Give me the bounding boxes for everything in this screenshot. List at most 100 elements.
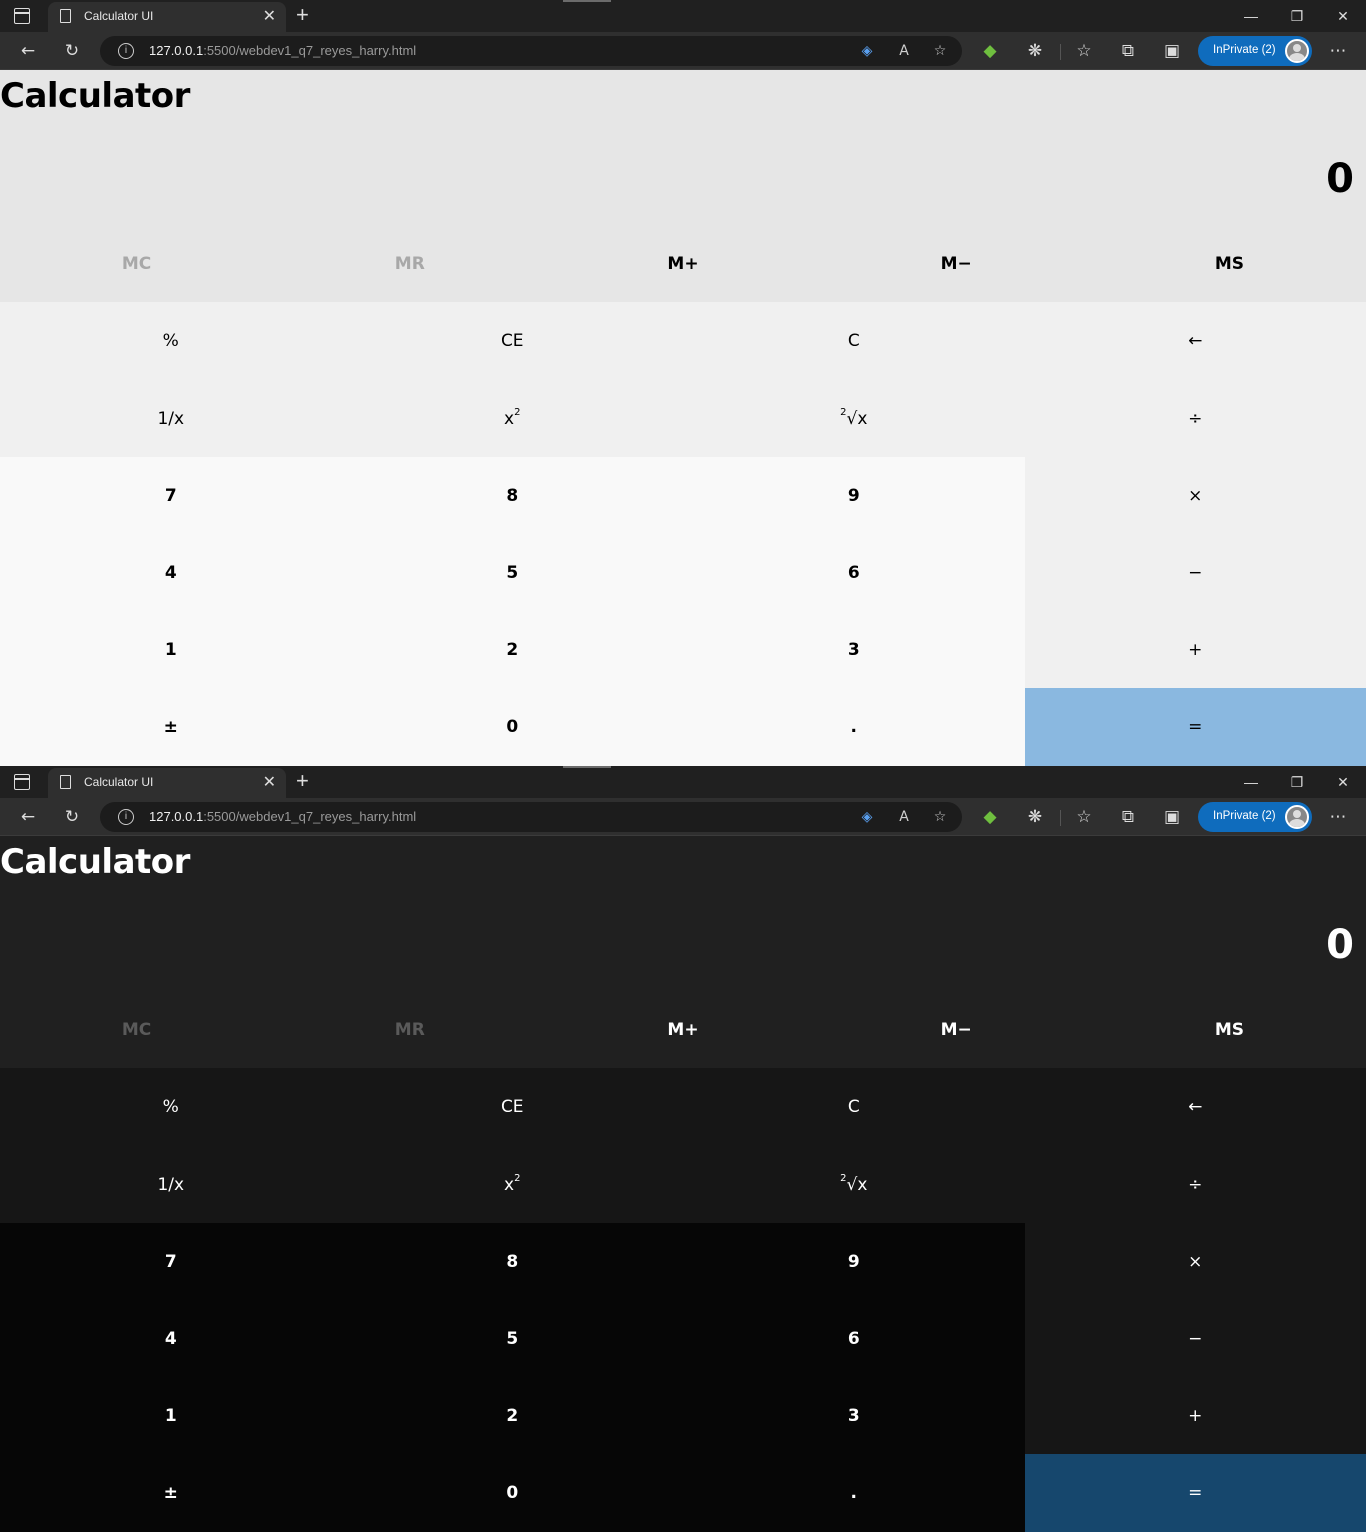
square-root-button[interactable]: 2√x [683, 380, 1025, 457]
digit-0-button[interactable]: 0 [342, 1454, 684, 1532]
tab-actions-icon[interactable] [14, 8, 30, 24]
backspace-button[interactable]: ← [1025, 302, 1366, 380]
minimize-button[interactable]: — [1228, 0, 1274, 32]
decimal-button[interactable]: . [683, 1454, 1025, 1532]
restore-button[interactable]: ❐ [1274, 0, 1320, 32]
close-tab-icon[interactable]: ✕ [263, 6, 276, 26]
memory-store-button[interactable]: MS [1093, 226, 1366, 302]
collections-icon[interactable]: ⧉ [1116, 805, 1140, 829]
refresh-icon[interactable]: ↻ [60, 39, 84, 63]
square-button[interactable]: x2 [342, 380, 684, 457]
tab-actions-icon[interactable] [14, 774, 30, 790]
digit-1-button[interactable]: 1 [0, 611, 342, 688]
percent-button[interactable]: % [0, 1068, 342, 1146]
add-button[interactable]: + [1025, 1377, 1366, 1454]
digit-5-button[interactable]: 5 [342, 1300, 684, 1377]
back-icon[interactable]: ← [16, 805, 40, 829]
digit-2-button[interactable]: 2 [342, 611, 684, 688]
inprivate-button[interactable]: InPrivate (2) [1198, 802, 1312, 832]
equals-button[interactable]: = [1025, 688, 1366, 766]
memory-recall-button[interactable]: MR [273, 226, 546, 302]
digit-6-button[interactable]: 6 [683, 1300, 1025, 1377]
clear-button[interactable]: C [683, 1068, 1025, 1146]
digit-8-button[interactable]: 8 [342, 457, 684, 534]
restore-button[interactable]: ❐ [1274, 766, 1320, 798]
digit-3-button[interactable]: 3 [683, 611, 1025, 688]
favorites-icon[interactable]: ☆ [1072, 805, 1096, 829]
digit-7-button[interactable]: 7 [0, 1223, 342, 1300]
decimal-button[interactable]: . [683, 688, 1025, 766]
close-window-button[interactable]: ✕ [1320, 766, 1366, 798]
reciprocal-button[interactable]: 1/x [0, 1146, 342, 1223]
digit-9-button[interactable]: 9 [683, 1223, 1025, 1300]
collections-icon[interactable]: ⧉ [1116, 39, 1140, 63]
clear-entry-button[interactable]: CE [342, 1068, 684, 1146]
add-button[interactable]: + [1025, 611, 1366, 688]
minimize-button[interactable]: — [1228, 766, 1274, 798]
more-options-icon[interactable]: ⋯ [1326, 39, 1350, 63]
more-options-icon[interactable]: ⋯ [1326, 805, 1350, 829]
close-tab-icon[interactable]: ✕ [263, 772, 276, 792]
back-icon[interactable]: ← [16, 39, 40, 63]
digit-2-button[interactable]: 2 [342, 1377, 684, 1454]
negate-button[interactable]: ± [0, 688, 342, 766]
add-favorite-icon[interactable]: ☆ [929, 806, 951, 828]
window-drag-handle[interactable] [563, 0, 611, 2]
price-tag-icon[interactable]: ◈ [856, 40, 878, 62]
memory-subtract-button[interactable]: M− [820, 226, 1093, 302]
site-info-icon[interactable]: i [118, 809, 134, 825]
divide-button[interactable]: ÷ [1025, 1146, 1366, 1223]
square-button[interactable]: x2 [342, 1146, 684, 1223]
subtract-button[interactable]: − [1025, 1300, 1366, 1377]
percent-button[interactable]: % [0, 302, 342, 380]
url-text[interactable]: 127.0.0.1:5500/webdev1_q7_reyes_harry.ht… [149, 809, 416, 824]
negate-button[interactable]: ± [0, 1454, 342, 1532]
multiply-button[interactable]: × [1025, 457, 1366, 534]
equals-button[interactable]: = [1025, 1454, 1366, 1532]
math-solver-icon[interactable]: ▣ [1160, 805, 1184, 829]
extension-icon[interactable]: ◆ [978, 39, 1002, 63]
window-drag-handle[interactable] [563, 766, 611, 768]
digit-1-button[interactable]: 1 [0, 1377, 342, 1454]
digit-8-button[interactable]: 8 [342, 1223, 684, 1300]
extensions-icon[interactable]: ❋ [1023, 805, 1047, 829]
digit-9-button[interactable]: 9 [683, 457, 1025, 534]
read-aloud-icon[interactable]: A [893, 40, 915, 62]
clear-entry-button[interactable]: CE [342, 302, 684, 380]
digit-4-button[interactable]: 4 [0, 1300, 342, 1377]
address-bar[interactable]: i 127.0.0.1:5500/webdev1_q7_reyes_harry.… [100, 802, 962, 832]
digit-5-button[interactable]: 5 [342, 534, 684, 611]
square-root-button[interactable]: 2√x [683, 1146, 1025, 1223]
memory-clear-button[interactable]: MC [0, 992, 273, 1068]
read-aloud-icon[interactable]: A [893, 806, 915, 828]
multiply-button[interactable]: × [1025, 1223, 1366, 1300]
subtract-button[interactable]: − [1025, 534, 1366, 611]
digit-0-button[interactable]: 0 [342, 688, 684, 766]
digit-4-button[interactable]: 4 [0, 534, 342, 611]
refresh-icon[interactable]: ↻ [60, 805, 84, 829]
divide-button[interactable]: ÷ [1025, 380, 1366, 457]
memory-store-button[interactable]: MS [1093, 992, 1366, 1068]
price-tag-icon[interactable]: ◈ [856, 806, 878, 828]
extensions-icon[interactable]: ❋ [1023, 39, 1047, 63]
clear-button[interactable]: C [683, 302, 1025, 380]
add-favorite-icon[interactable]: ☆ [929, 40, 951, 62]
inprivate-button[interactable]: InPrivate (2) [1198, 36, 1312, 66]
math-solver-icon[interactable]: ▣ [1160, 39, 1184, 63]
browser-tab[interactable]: Calculator UI ✕ [48, 768, 286, 798]
close-window-button[interactable]: ✕ [1320, 0, 1366, 32]
extension-icon[interactable]: ◆ [978, 805, 1002, 829]
new-tab-button[interactable]: + [296, 768, 309, 794]
memory-add-button[interactable]: M+ [546, 992, 819, 1068]
digit-3-button[interactable]: 3 [683, 1377, 1025, 1454]
new-tab-button[interactable]: + [296, 2, 309, 28]
memory-clear-button[interactable]: MC [0, 226, 273, 302]
address-bar[interactable]: i 127.0.0.1:5500/webdev1_q7_reyes_harry.… [100, 36, 962, 66]
reciprocal-button[interactable]: 1/x [0, 380, 342, 457]
url-text[interactable]: 127.0.0.1:5500/webdev1_q7_reyes_harry.ht… [149, 43, 416, 58]
digit-6-button[interactable]: 6 [683, 534, 1025, 611]
memory-subtract-button[interactable]: M− [820, 992, 1093, 1068]
site-info-icon[interactable]: i [118, 43, 134, 59]
favorites-icon[interactable]: ☆ [1072, 39, 1096, 63]
browser-tab[interactable]: Calculator UI ✕ [48, 2, 286, 32]
